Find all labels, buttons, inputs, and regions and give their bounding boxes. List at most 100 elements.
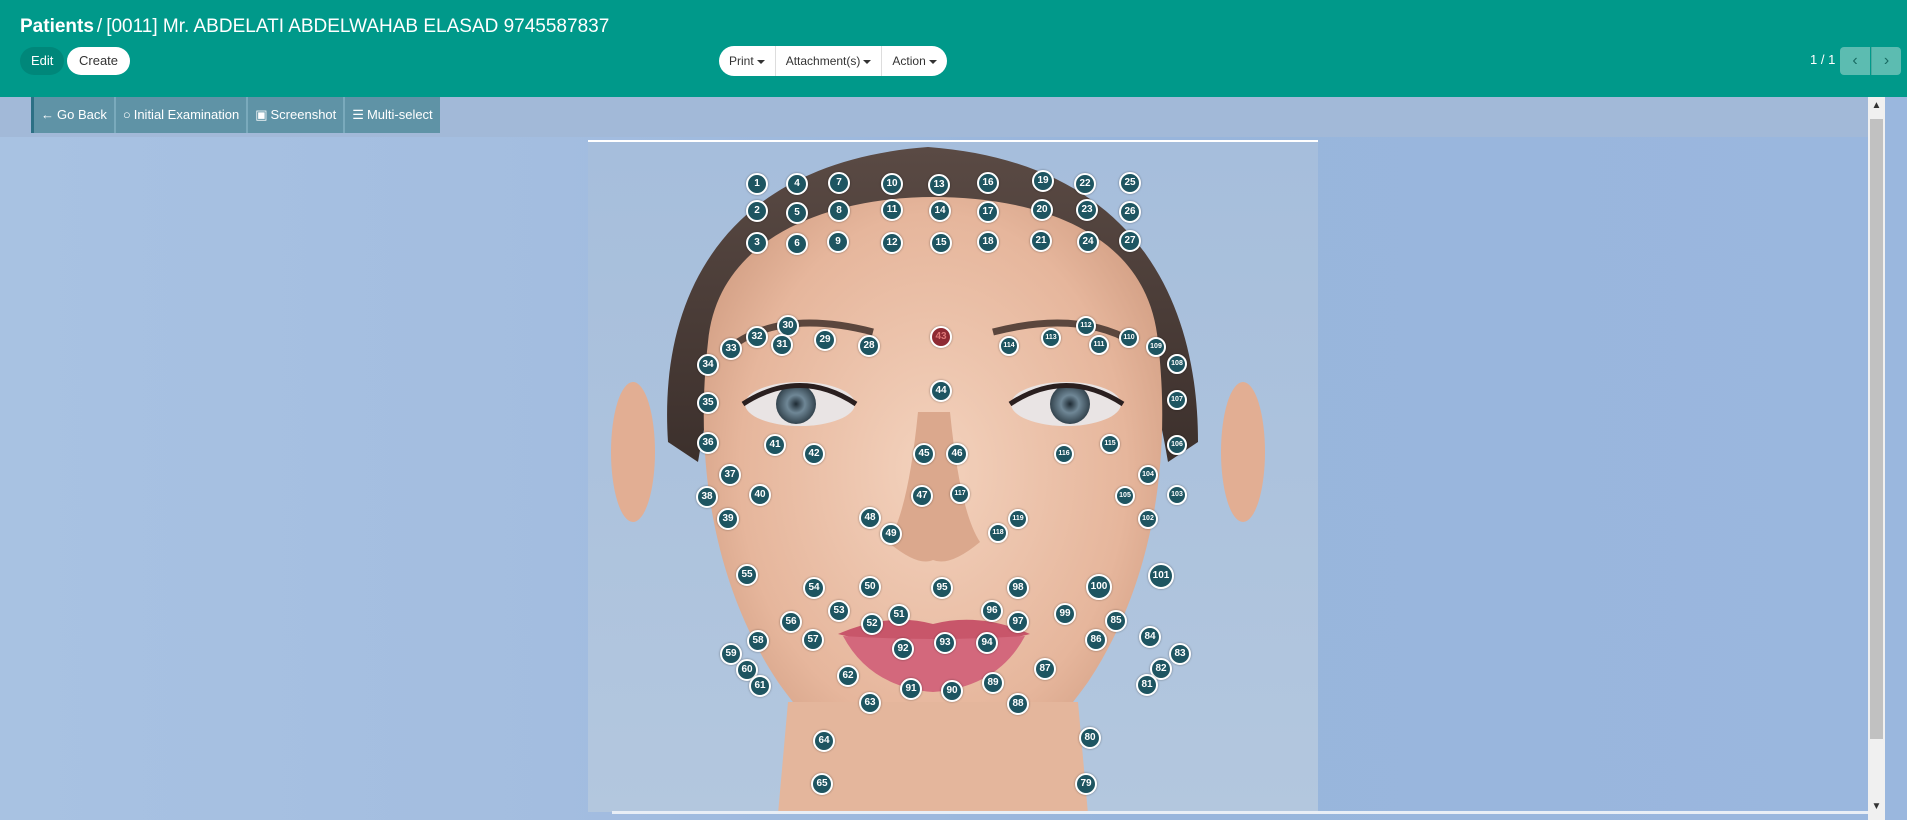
face-point-13[interactable]: 13 xyxy=(928,174,950,196)
face-point-84[interactable]: 84 xyxy=(1139,626,1161,648)
scroll-up-arrow-icon[interactable]: ▲ xyxy=(1868,97,1885,114)
face-point-43[interactable]: 43 xyxy=(930,326,952,348)
face-point-3[interactable]: 3 xyxy=(746,232,768,254)
pager-value[interactable]: 1 / 1 xyxy=(1810,52,1835,67)
face-point-61[interactable]: 61 xyxy=(749,675,771,697)
edit-button[interactable]: Edit xyxy=(20,47,65,75)
scrollbar-thumb[interactable] xyxy=(1870,119,1883,739)
pager-previous-button[interactable]: ‹ xyxy=(1840,47,1870,75)
face-point-12[interactable]: 12 xyxy=(881,232,903,254)
face-point-5[interactable]: 5 xyxy=(786,202,808,224)
face-point-58[interactable]: 58 xyxy=(747,630,769,652)
face-point-95[interactable]: 95 xyxy=(931,577,953,599)
face-point-52[interactable]: 52 xyxy=(861,613,883,635)
scroll-down-arrow-icon[interactable]: ▼ xyxy=(1868,798,1885,815)
face-point-63[interactable]: 63 xyxy=(859,692,881,714)
face-point-40[interactable]: 40 xyxy=(749,484,771,506)
multi-select-button[interactable]: ☰ Multi-select xyxy=(345,97,439,133)
face-point-6[interactable]: 6 xyxy=(786,233,808,255)
face-point-54[interactable]: 54 xyxy=(803,577,825,599)
face-point-11[interactable]: 11 xyxy=(881,199,903,221)
pager-next-button[interactable]: › xyxy=(1871,47,1901,75)
face-point-29[interactable]: 29 xyxy=(814,329,836,351)
face-point-26[interactable]: 26 xyxy=(1119,201,1141,223)
face-point-94[interactable]: 94 xyxy=(976,632,998,654)
face-point-33[interactable]: 33 xyxy=(720,338,742,360)
face-point-2[interactable]: 2 xyxy=(746,200,768,222)
face-point-81[interactable]: 81 xyxy=(1136,674,1158,696)
screenshot-button[interactable]: ▣ Screenshot xyxy=(248,97,346,133)
initial-examination-button[interactable]: ○ Initial Examination xyxy=(116,97,249,133)
face-point-39[interactable]: 39 xyxy=(717,508,739,530)
face-point-1[interactable]: 1 xyxy=(746,173,768,195)
face-point-37[interactable]: 37 xyxy=(719,464,741,486)
face-point-113[interactable]: 113 xyxy=(1041,328,1061,348)
face-point-21[interactable]: 21 xyxy=(1030,230,1052,252)
face-point-27[interactable]: 27 xyxy=(1119,230,1141,252)
face-point-38[interactable]: 38 xyxy=(696,486,718,508)
face-point-24[interactable]: 24 xyxy=(1077,231,1099,253)
face-point-57[interactable]: 57 xyxy=(802,629,824,651)
face-point-117[interactable]: 117 xyxy=(950,484,970,504)
face-point-65[interactable]: 65 xyxy=(811,773,833,795)
face-point-112[interactable]: 112 xyxy=(1076,316,1096,336)
face-point-118[interactable]: 118 xyxy=(988,523,1008,543)
face-point-34[interactable]: 34 xyxy=(697,354,719,376)
face-point-31[interactable]: 31 xyxy=(771,334,793,356)
face-point-111[interactable]: 111 xyxy=(1089,335,1109,355)
face-point-41[interactable]: 41 xyxy=(764,434,786,456)
face-point-42[interactable]: 42 xyxy=(803,443,825,465)
face-point-7[interactable]: 7 xyxy=(828,172,850,194)
face-point-114[interactable]: 114 xyxy=(999,336,1019,356)
face-point-79[interactable]: 79 xyxy=(1075,773,1097,795)
face-point-50[interactable]: 50 xyxy=(859,576,881,598)
face-point-49[interactable]: 49 xyxy=(880,523,902,545)
face-point-62[interactable]: 62 xyxy=(837,665,859,687)
face-point-44[interactable]: 44 xyxy=(930,380,952,402)
face-point-109[interactable]: 109 xyxy=(1146,337,1166,357)
face-point-19[interactable]: 19 xyxy=(1032,170,1054,192)
face-point-102[interactable]: 102 xyxy=(1138,509,1158,529)
face-point-98[interactable]: 98 xyxy=(1007,577,1029,599)
face-point-93[interactable]: 93 xyxy=(934,632,956,654)
face-point-104[interactable]: 104 xyxy=(1138,465,1158,485)
face-point-116[interactable]: 116 xyxy=(1054,444,1074,464)
face-point-18[interactable]: 18 xyxy=(977,231,999,253)
face-point-87[interactable]: 87 xyxy=(1034,658,1056,680)
face-point-115[interactable]: 115 xyxy=(1100,434,1120,454)
face-point-48[interactable]: 48 xyxy=(859,507,881,529)
face-point-16[interactable]: 16 xyxy=(977,172,999,194)
face-point-15[interactable]: 15 xyxy=(930,232,952,254)
print-dropdown[interactable]: Print xyxy=(719,46,776,76)
face-point-105[interactable]: 105 xyxy=(1115,486,1135,506)
attachments-dropdown[interactable]: Attachment(s) xyxy=(776,46,883,76)
face-point-17[interactable]: 17 xyxy=(977,201,999,223)
face-point-101[interactable]: 101 xyxy=(1148,563,1174,589)
breadcrumb-patients-link[interactable]: Patients xyxy=(20,16,94,37)
face-point-14[interactable]: 14 xyxy=(929,200,951,222)
face-point-92[interactable]: 92 xyxy=(892,638,914,660)
face-point-47[interactable]: 47 xyxy=(911,485,933,507)
action-dropdown[interactable]: Action xyxy=(882,46,946,76)
face-point-28[interactable]: 28 xyxy=(858,335,880,357)
face-point-85[interactable]: 85 xyxy=(1105,610,1127,632)
face-point-100[interactable]: 100 xyxy=(1086,574,1112,600)
face-point-103[interactable]: 103 xyxy=(1167,485,1187,505)
face-point-119[interactable]: 119 xyxy=(1008,509,1028,529)
face-point-35[interactable]: 35 xyxy=(697,392,719,414)
face-point-53[interactable]: 53 xyxy=(828,600,850,622)
face-point-32[interactable]: 32 xyxy=(746,326,768,348)
face-point-80[interactable]: 80 xyxy=(1079,727,1101,749)
create-button[interactable]: Create xyxy=(67,47,131,75)
go-back-button[interactable]: ← Go Back xyxy=(34,97,116,133)
face-point-64[interactable]: 64 xyxy=(813,730,835,752)
face-point-55[interactable]: 55 xyxy=(736,564,758,586)
face-point-25[interactable]: 25 xyxy=(1119,172,1141,194)
face-point-89[interactable]: 89 xyxy=(982,672,1004,694)
face-point-108[interactable]: 108 xyxy=(1167,354,1187,374)
face-point-20[interactable]: 20 xyxy=(1031,199,1053,221)
face-point-107[interactable]: 107 xyxy=(1167,390,1187,410)
face-point-46[interactable]: 46 xyxy=(946,443,968,465)
face-point-97[interactable]: 97 xyxy=(1007,611,1029,633)
face-point-9[interactable]: 9 xyxy=(827,231,849,253)
